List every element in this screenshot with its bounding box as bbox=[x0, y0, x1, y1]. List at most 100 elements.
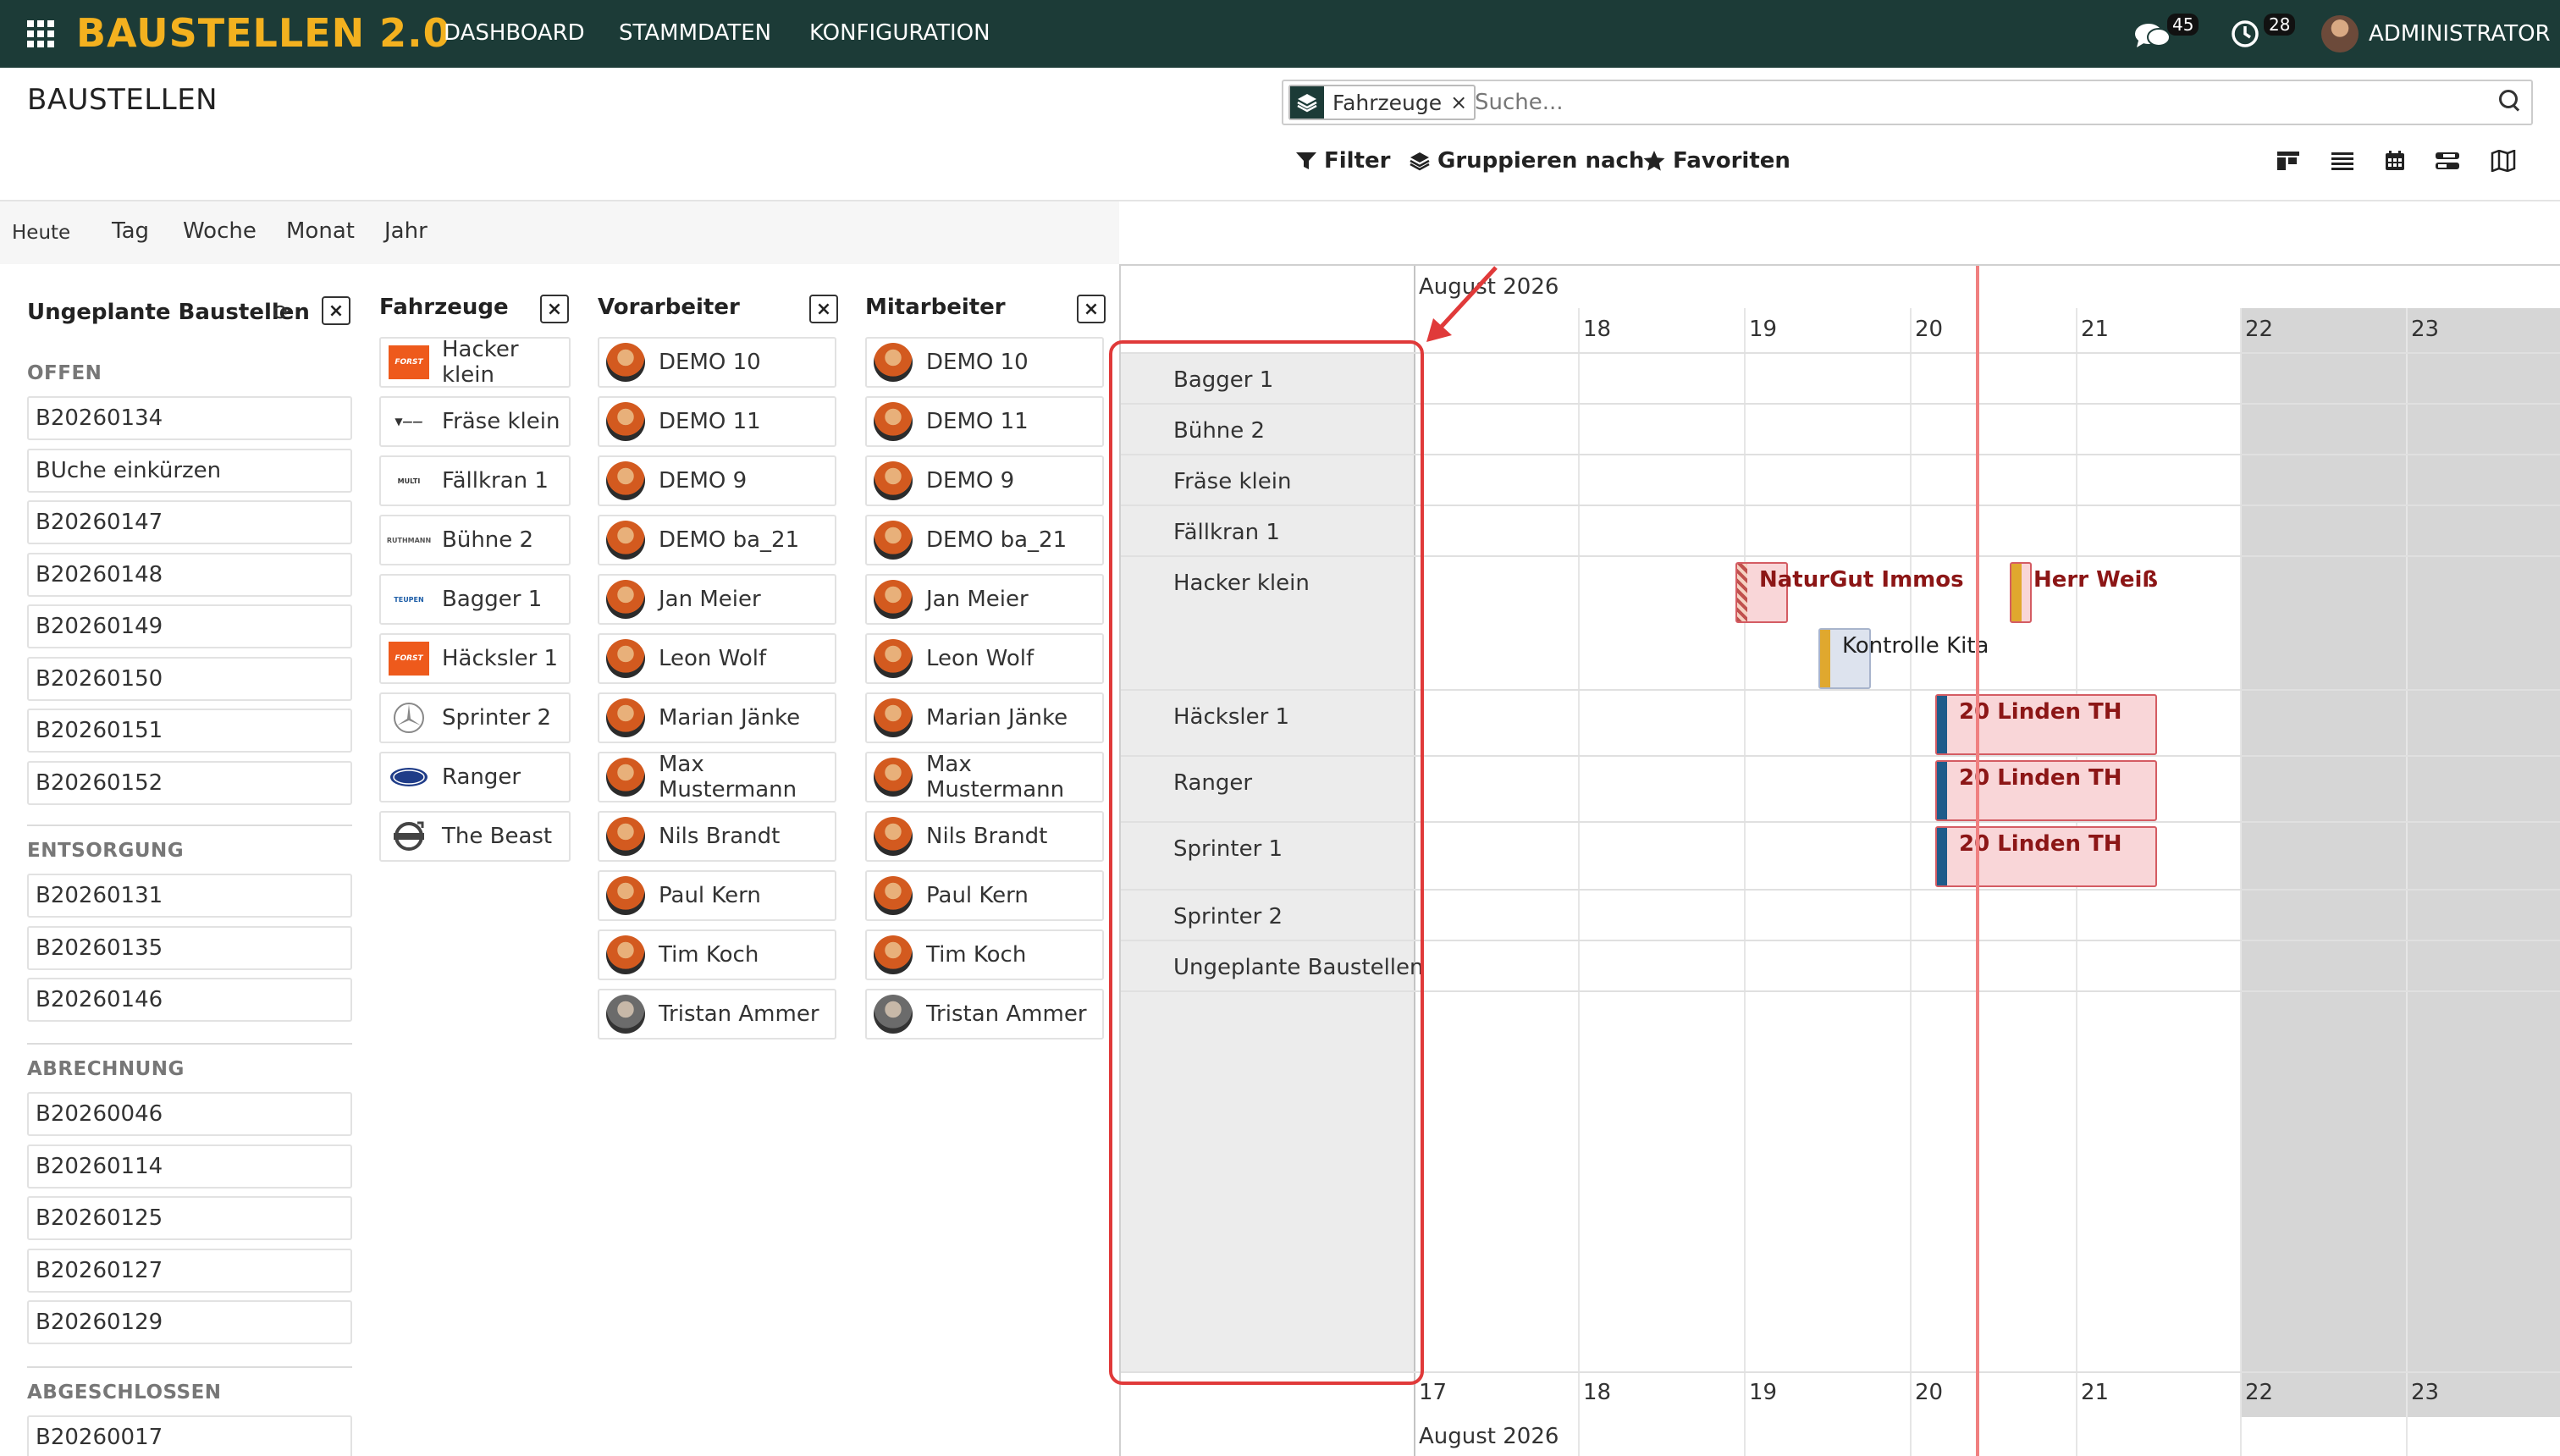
group-by-button[interactable]: Gruppieren nach bbox=[1409, 146, 1644, 176]
person-card[interactable]: Marian Jänke bbox=[598, 692, 836, 743]
user-menu[interactable]: ADMINISTRATOR bbox=[2321, 12, 2551, 56]
view-kanban[interactable] bbox=[2274, 147, 2303, 174]
filter-button[interactable]: Filter bbox=[1295, 146, 1390, 176]
vehicle-card[interactable]: Sprinter 2 bbox=[379, 692, 571, 743]
vehicle-logo-icon bbox=[388, 760, 430, 794]
top-navbar: BAUSTELLEN 2.0 DASHBOARD STAMMDATEN KONF… bbox=[0, 0, 2560, 68]
person-card[interactable]: DEMO 9 bbox=[598, 455, 836, 506]
unplanned-card[interactable]: BUche einkürzen bbox=[27, 448, 352, 493]
unplanned-card[interactable]: B20260152 bbox=[27, 760, 352, 805]
vehicle-card[interactable]: RUTHMANN Bühne 2 bbox=[379, 515, 571, 565]
unplanned-card[interactable]: B20260125 bbox=[27, 1196, 352, 1240]
unplanned-card[interactable]: B20260135 bbox=[27, 925, 352, 970]
vehicle-card[interactable]: FORST Hacker klein bbox=[379, 337, 571, 388]
unplanned-card[interactable]: B20260017 bbox=[27, 1415, 352, 1456]
view-map[interactable] bbox=[2489, 147, 2518, 174]
vehicle-card[interactable]: The Beast bbox=[379, 811, 571, 862]
favorites-button[interactable]: Favoriten bbox=[1642, 146, 1790, 176]
person-card[interactable]: Tim Koch bbox=[598, 929, 836, 980]
unplanned-card[interactable]: B20260127 bbox=[27, 1248, 352, 1293]
search-icon[interactable] bbox=[2497, 88, 2521, 112]
person-card[interactable]: Tim Koch bbox=[865, 929, 1104, 980]
gantt-task[interactable]: NaturGut Immos bbox=[1735, 562, 1964, 623]
person-card[interactable]: Marian Jänke bbox=[865, 692, 1104, 743]
app-brand[interactable]: BAUSTELLEN 2.0 bbox=[76, 10, 451, 56]
person-card[interactable]: Nils Brandt bbox=[865, 811, 1104, 862]
menu-dashboard[interactable]: DASHBOARD bbox=[444, 20, 585, 46]
vehicle-name: Fräse klein bbox=[442, 409, 560, 434]
range-year[interactable]: Jahr bbox=[384, 218, 428, 244]
day-header: 22 bbox=[2245, 317, 2274, 342]
person-card[interactable]: DEMO 9 bbox=[865, 455, 1104, 506]
person-card[interactable]: Jan Meier bbox=[865, 574, 1104, 625]
view-calendar[interactable] bbox=[2381, 147, 2409, 174]
person-card[interactable]: Nils Brandt bbox=[598, 811, 836, 862]
vehicle-card[interactable]: Ranger bbox=[379, 752, 571, 802]
person-card[interactable]: Max Mustermann bbox=[865, 752, 1104, 802]
today-button[interactable]: Heute bbox=[12, 222, 70, 244]
search-input[interactable] bbox=[1475, 85, 2474, 120]
unplanned-card[interactable]: B20260134 bbox=[27, 396, 352, 440]
person-card[interactable]: Tristan Ammer bbox=[865, 989, 1104, 1040]
person-card[interactable]: Leon Wolf bbox=[598, 633, 836, 684]
refresh-icon[interactable]: ⟳ bbox=[273, 302, 293, 324]
unplanned-card[interactable]: B20260149 bbox=[27, 604, 352, 648]
range-month[interactable]: Monat bbox=[286, 218, 355, 244]
list-icon bbox=[2331, 152, 2353, 170]
unplanned-card[interactable]: B20260131 bbox=[27, 874, 352, 918]
person-avatar bbox=[874, 461, 913, 500]
person-card[interactable]: DEMO 10 bbox=[598, 337, 836, 388]
person-card[interactable]: DEMO ba_21 bbox=[865, 515, 1104, 565]
unplanned-card[interactable]: B20260148 bbox=[27, 552, 352, 597]
unplanned-card[interactable]: B20260114 bbox=[27, 1144, 352, 1189]
vehicle-card[interactable]: ▼—— Fräse klein bbox=[379, 396, 571, 447]
activities-button[interactable]: 28 bbox=[2230, 12, 2298, 56]
app-menu-icon[interactable] bbox=[27, 20, 54, 47]
unplanned-card[interactable]: B20260150 bbox=[27, 656, 352, 701]
gantt-task[interactable]: 20 Linden TH bbox=[1935, 760, 2157, 821]
vehicle-card[interactable]: TEUPEN Bagger 1 bbox=[379, 574, 571, 625]
menu-stammdaten[interactable]: STAMMDATEN bbox=[619, 20, 771, 46]
task-color-stripe bbox=[1820, 630, 1830, 687]
messages-badge: 45 bbox=[2167, 14, 2199, 36]
gantt-task[interactable]: 20 Linden TH bbox=[1935, 694, 2157, 755]
foremen-close-button[interactable]: × bbox=[809, 295, 838, 323]
unplanned-card[interactable]: B20260147 bbox=[27, 500, 352, 544]
search-facet-label: Fahrzeuge bbox=[1332, 90, 1443, 115]
facet-remove-icon[interactable]: × bbox=[1450, 91, 1474, 114]
unplanned-card[interactable]: B20260146 bbox=[27, 978, 352, 1022]
gantt-task[interactable]: 20 Linden TH bbox=[1935, 826, 2157, 887]
person-card[interactable]: Jan Meier bbox=[598, 574, 836, 625]
person-card[interactable]: DEMO 10 bbox=[865, 337, 1104, 388]
range-day[interactable]: Tag bbox=[112, 218, 149, 244]
person-card[interactable]: Tristan Ammer bbox=[598, 989, 836, 1040]
vehicle-card[interactable]: MULTI Fällkran 1 bbox=[379, 455, 571, 506]
person-card[interactable]: DEMO 11 bbox=[865, 396, 1104, 447]
view-gantt[interactable] bbox=[2433, 147, 2462, 174]
person-name: Paul Kern bbox=[659, 883, 761, 908]
unplanned-card[interactable]: B20260129 bbox=[27, 1300, 352, 1344]
person-avatar bbox=[606, 935, 645, 974]
unplanned-card[interactable]: B20260046 bbox=[27, 1092, 352, 1136]
workers-close-button[interactable]: × bbox=[1077, 295, 1106, 323]
unplanned-close-button[interactable]: × bbox=[322, 296, 350, 325]
person-card[interactable]: Leon Wolf bbox=[865, 633, 1104, 684]
person-name: Paul Kern bbox=[926, 883, 1029, 908]
range-week[interactable]: Woche bbox=[183, 218, 257, 244]
group-divider bbox=[27, 1043, 352, 1045]
unplanned-card[interactable]: B20260151 bbox=[27, 709, 352, 753]
vehicle-name: Sprinter 2 bbox=[442, 705, 552, 731]
gantt-task[interactable]: Herr Weiß bbox=[2010, 562, 2158, 623]
messages-button[interactable]: 45 bbox=[2133, 12, 2201, 56]
menu-konfiguration[interactable]: KONFIGURATION bbox=[809, 20, 990, 46]
vehicles-close-button[interactable]: × bbox=[540, 295, 569, 323]
vehicle-card[interactable]: FORST Häcksler 1 bbox=[379, 633, 571, 684]
person-card[interactable]: DEMO 11 bbox=[598, 396, 836, 447]
person-card[interactable]: Paul Kern bbox=[598, 870, 836, 921]
person-card[interactable]: Max Mustermann bbox=[598, 752, 836, 802]
task-color-stripe bbox=[1937, 828, 1947, 885]
person-card[interactable]: DEMO ba_21 bbox=[598, 515, 836, 565]
gantt-task[interactable]: Kontrolle Kita bbox=[1818, 628, 1989, 689]
person-card[interactable]: Paul Kern bbox=[865, 870, 1104, 921]
view-list[interactable] bbox=[2328, 147, 2357, 174]
